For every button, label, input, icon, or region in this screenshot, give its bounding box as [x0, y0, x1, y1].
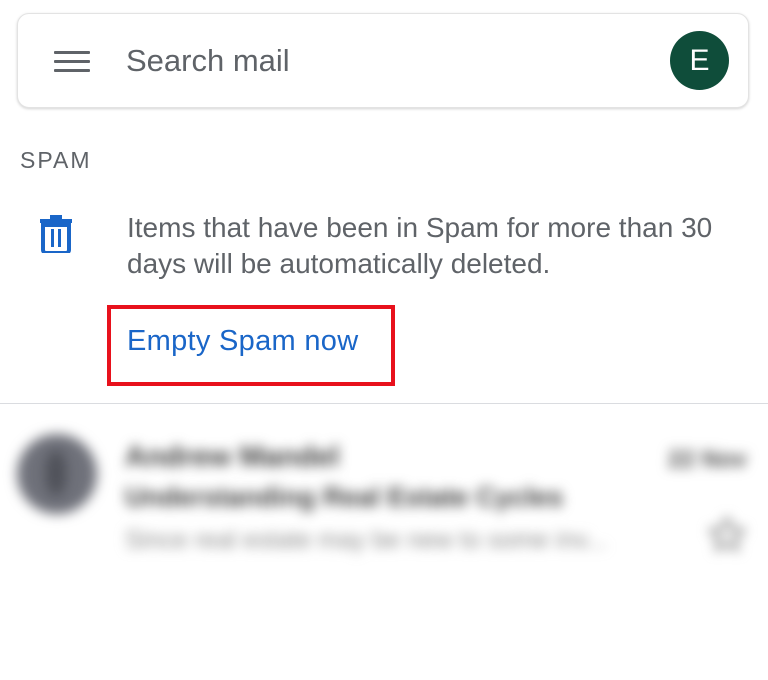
search-bar[interactable]: E	[17, 13, 749, 108]
trash-icon	[40, 215, 72, 253]
hamburger-menu-icon[interactable]	[54, 51, 90, 73]
email-list-item[interactable]: Andrew Mandel 22 Nov Understanding Real …	[0, 404, 768, 574]
gmail-spam-screen: E SPAM Items that have been in Spam for …	[0, 0, 768, 680]
email-sender: Andrew Mandel	[125, 441, 340, 473]
email-subject: Understanding Real Estate Cycles	[125, 482, 564, 512]
email-date: 22 Nov	[668, 446, 747, 473]
sender-avatar	[17, 434, 97, 514]
section-label: SPAM	[20, 147, 92, 173]
account-avatar[interactable]: E	[670, 31, 729, 90]
search-input[interactable]	[126, 40, 606, 82]
empty-spam-button[interactable]: Empty Spam now	[127, 325, 358, 358]
spam-notice-text: Items that have been in Spam for more th…	[127, 212, 713, 279]
email-snippet: Since real estate may be new to some inv…	[125, 526, 607, 554]
star-icon[interactable]	[706, 514, 748, 556]
